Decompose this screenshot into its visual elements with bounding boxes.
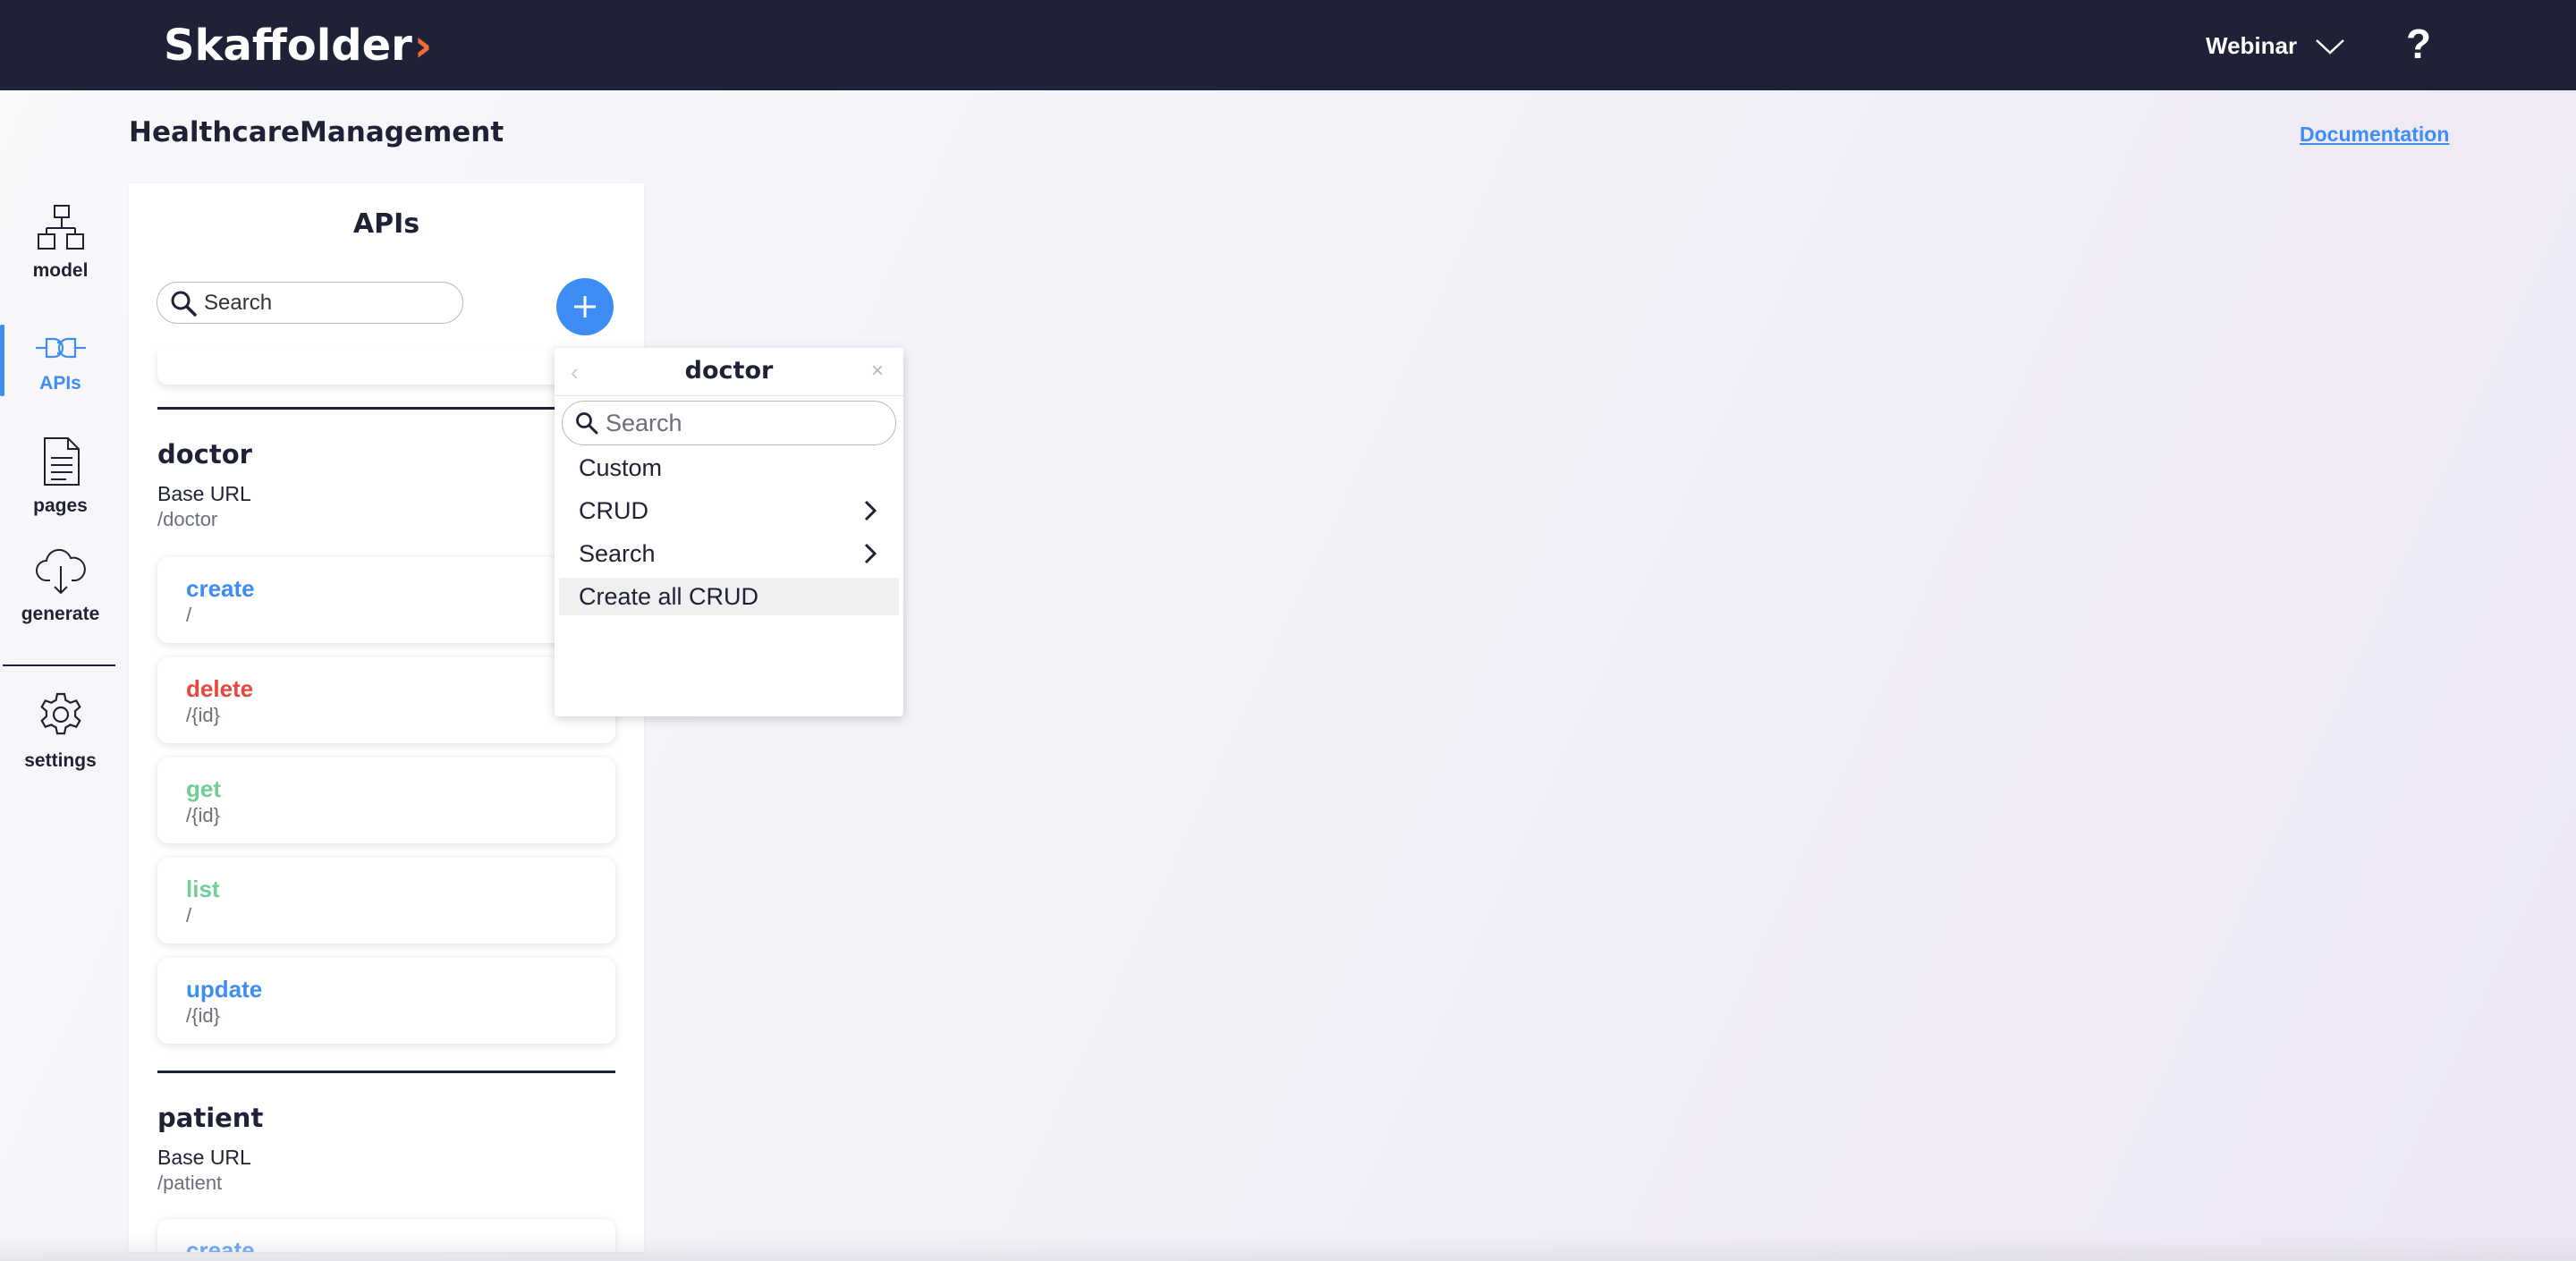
nav-item-pages[interactable]: pages bbox=[0, 435, 121, 517]
add-api-button[interactable] bbox=[556, 278, 614, 335]
api-search-box[interactable] bbox=[157, 282, 463, 324]
api-name: list bbox=[186, 876, 220, 902]
menu-item-label: Custom bbox=[579, 453, 663, 481]
base-url-value: /doctor bbox=[157, 508, 218, 530]
top-bar: Sk affolder › Webinar ? bbox=[0, 0, 2576, 90]
model-icon bbox=[37, 205, 84, 250]
menu-item-crud[interactable]: CRUD bbox=[559, 492, 899, 529]
add-api-dropdown: ‹ doctor × Custom CRUD Search Create all… bbox=[555, 348, 903, 716]
section-name-doctor: doctor bbox=[157, 439, 252, 470]
apis-panel: APIs doctor Base URL /doctor create / de… bbox=[129, 183, 644, 1252]
menu-item-search[interactable]: Search bbox=[559, 535, 899, 572]
api-card-update[interactable]: update /{id} bbox=[157, 958, 615, 1044]
logo-text-rest: affolder bbox=[223, 21, 412, 71]
dropdown-search-input[interactable] bbox=[606, 409, 874, 437]
close-icon[interactable]: × bbox=[871, 359, 884, 384]
nav-divider bbox=[3, 664, 115, 666]
search-icon bbox=[576, 412, 598, 435]
nav-item-label: generate bbox=[21, 604, 100, 624]
nav-item-model[interactable]: model bbox=[0, 203, 121, 282]
nav-item-label: model bbox=[32, 260, 89, 281]
section-name-patient: patient bbox=[157, 1103, 264, 1133]
api-card-get[interactable]: get /{id} bbox=[157, 757, 615, 843]
plus-icon bbox=[574, 296, 596, 317]
api-name: get bbox=[186, 775, 221, 802]
menu-item-label: Search bbox=[579, 539, 656, 567]
api-path: / bbox=[186, 904, 192, 927]
logo-text: Sk bbox=[164, 21, 224, 71]
panel-title: APIs bbox=[352, 208, 420, 240]
api-card[interactable] bbox=[157, 349, 615, 385]
api-name: update bbox=[186, 976, 263, 1003]
api-path: /{id} bbox=[186, 804, 220, 826]
skaffolder-logo[interactable]: Sk affolder › bbox=[164, 20, 432, 72]
left-nav: model APIs pages generate settings bbox=[0, 90, 121, 1261]
api-plug-icon bbox=[35, 337, 86, 359]
nav-item-generate[interactable]: generate bbox=[0, 546, 121, 625]
project-title: HealthcareManagement bbox=[129, 116, 504, 148]
section-divider bbox=[157, 1071, 615, 1073]
section-divider bbox=[157, 407, 615, 410]
nav-item-label: APIs bbox=[39, 373, 81, 394]
api-card-delete[interactable]: delete /{id} bbox=[157, 657, 615, 743]
base-url-value: /patient bbox=[157, 1172, 223, 1194]
chevron-right-icon bbox=[864, 500, 877, 521]
logo-tail: › bbox=[413, 20, 433, 72]
menu-item-create-all-crud[interactable]: Create all CRUD bbox=[559, 578, 899, 615]
dropdown-search-box[interactable] bbox=[562, 401, 896, 445]
menu-item-label: CRUD bbox=[579, 496, 648, 524]
nav-item-label: settings bbox=[24, 750, 97, 771]
api-name: delete bbox=[186, 675, 254, 702]
project-selector-label: Webinar bbox=[2206, 32, 2298, 59]
gear-icon bbox=[39, 692, 81, 735]
help-button[interactable]: ? bbox=[2406, 20, 2431, 68]
menu-item-label: Create all CRUD bbox=[579, 582, 759, 610]
nav-item-label: pages bbox=[33, 495, 88, 516]
api-path: / bbox=[186, 604, 192, 626]
nav-item-settings[interactable]: settings bbox=[0, 691, 121, 772]
documentation-link[interactable]: Documentation bbox=[2300, 123, 2449, 147]
pages-icon bbox=[43, 437, 80, 486]
api-path: /{id} bbox=[186, 1004, 220, 1027]
base-url-label: Base URL bbox=[157, 1146, 251, 1169]
menu-item-custom[interactable]: Custom bbox=[559, 449, 899, 487]
cloud-download-icon bbox=[35, 548, 86, 595]
api-path: /{id} bbox=[186, 704, 220, 726]
api-name: create bbox=[186, 575, 255, 602]
nav-item-apis[interactable]: APIs bbox=[0, 330, 121, 394]
project-selector[interactable]: Webinar bbox=[2206, 32, 2345, 60]
dropdown-title: doctor bbox=[684, 357, 774, 385]
dropdown-divider bbox=[555, 395, 903, 396]
chevron-down-icon bbox=[2316, 38, 2344, 55]
search-icon bbox=[171, 291, 197, 317]
api-card-create[interactable]: create / bbox=[157, 557, 615, 643]
bottom-edge-shadow bbox=[0, 1234, 2576, 1261]
chevron-right-icon bbox=[864, 543, 877, 564]
base-url-label: Base URL bbox=[157, 482, 251, 505]
api-card-list[interactable]: list / bbox=[157, 858, 615, 944]
api-search-input[interactable] bbox=[204, 290, 445, 316]
